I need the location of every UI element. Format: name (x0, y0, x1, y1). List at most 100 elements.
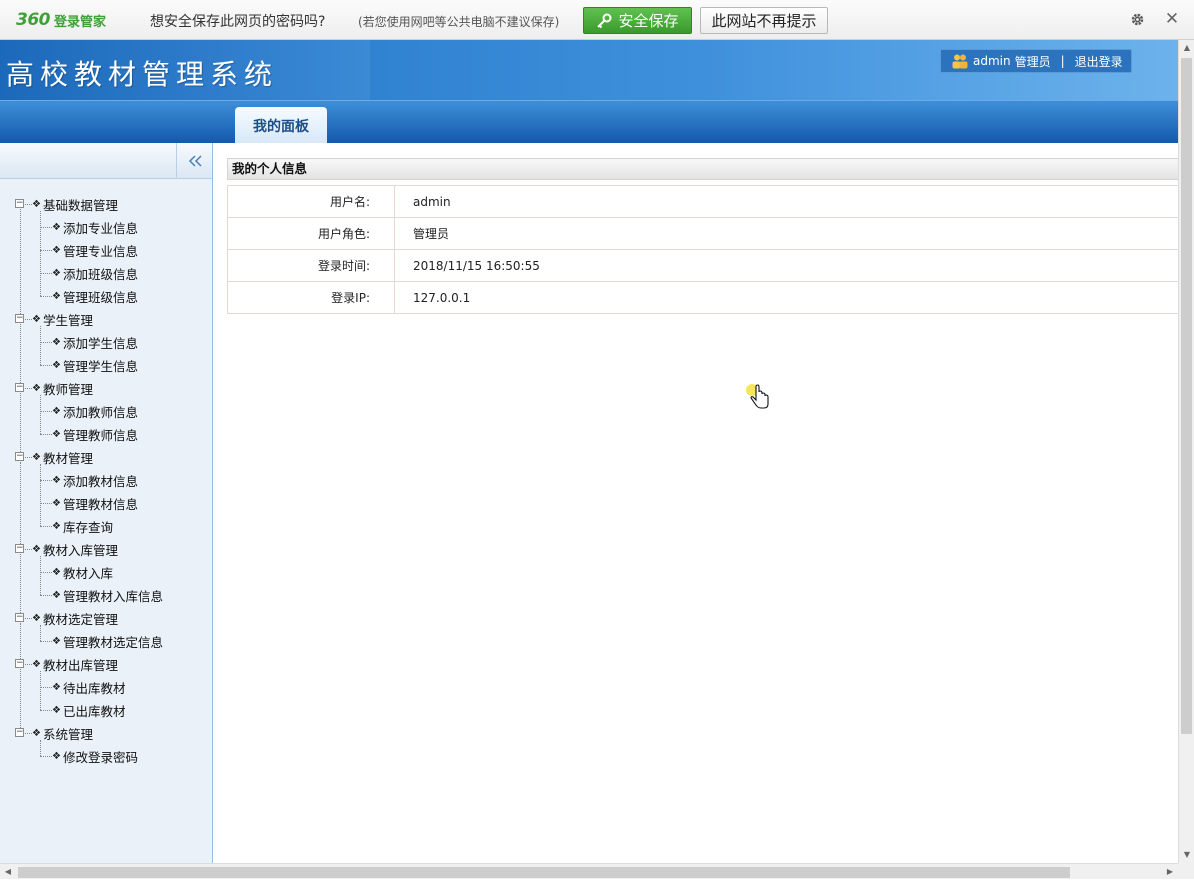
menu-item[interactable]: ❖ 添加教师信息 (52, 401, 138, 421)
tree-collapse-icon[interactable]: − (15, 728, 24, 737)
menu-item-label: 添加班级信息 (62, 266, 138, 282)
logout-link[interactable]: 退出登录 (1075, 53, 1123, 70)
personal-info-panel: 我的个人信息 用户名: admin 用户角色: 管理员 登录时间: 2018/1… (227, 158, 1178, 314)
tree-collapse-icon[interactable]: − (15, 659, 24, 668)
safe-save-button[interactable]: 安全保存 (583, 7, 692, 34)
app-window: 高校教材管理系统 admin 管理员 | 退出登录 我的面板 − ❖ 基础数据管… (0, 40, 1178, 863)
menu-item[interactable]: ❖ 添加班级信息 (52, 263, 138, 283)
gear-icon[interactable] (1129, 11, 1146, 28)
tree-connector (20, 669, 21, 728)
user-info-box: admin 管理员 | 退出登录 (940, 49, 1132, 73)
never-remind-label: 此网站不再提示 (711, 12, 817, 30)
user-role: 管理员 (1014, 54, 1051, 69)
vertical-scrollbar[interactable]: ▲ ▼ (1178, 40, 1194, 863)
menu-item-label: 添加学生信息 (62, 335, 138, 351)
menu-item[interactable]: ❖ 添加专业信息 (52, 217, 138, 237)
brand-number: 360 (16, 10, 51, 30)
diamond-icon: ❖ (32, 198, 41, 210)
tree-collapse-icon[interactable]: − (15, 314, 24, 323)
tree-connector (20, 324, 21, 383)
menu-group[interactable]: ❖ 教师管理 (32, 378, 93, 398)
double-chevron-left-icon (188, 155, 202, 167)
diamond-icon: ❖ (52, 428, 61, 440)
diamond-icon: ❖ (52, 750, 61, 762)
tab-my-panel[interactable]: 我的面板 (235, 107, 327, 144)
tree-connector (25, 319, 32, 320)
menu-item[interactable]: ❖ 库存查询 (52, 516, 113, 536)
diamond-icon: ❖ (32, 451, 41, 463)
tree-connector (20, 209, 21, 314)
menu-group[interactable]: ❖ 系统管理 (32, 723, 93, 743)
row-value: 2018/11/15 16:50:55 (394, 249, 1178, 282)
horizontal-scrollbar[interactable]: ◀ ▶ (0, 863, 1178, 879)
sidebar: − ❖ 基础数据管理 ❖ 添加专业信息 ❖ 管理专业信息 ❖ 添加班级信息 ❖ 管理班级信息 − ❖ 学生… (0, 143, 213, 863)
row-label: 用户名: (227, 185, 395, 218)
menu-item-label: 修改登录密码 (62, 749, 138, 765)
menu-item[interactable]: ❖ 管理专业信息 (52, 240, 138, 260)
menu-group-label: 教材出库管理 (42, 657, 118, 673)
personal-info-table: 用户名: admin 用户角色: 管理员 登录时间: 2018/11/15 16… (227, 185, 1178, 314)
users-icon (952, 54, 968, 69)
tree-collapse-icon[interactable]: − (15, 544, 24, 553)
menu-group[interactable]: ❖ 教材出库管理 (32, 654, 118, 674)
never-remind-button[interactable]: 此网站不再提示 (700, 7, 828, 34)
menu-group[interactable]: ❖ 教材管理 (32, 447, 93, 467)
table-row: 用户名: admin (227, 185, 1178, 218)
scroll-down-icon[interactable]: ▼ (1179, 847, 1194, 863)
tree-connector (40, 326, 41, 365)
diamond-icon: ❖ (52, 497, 61, 509)
menu-item[interactable]: ❖ 管理教师信息 (52, 424, 138, 444)
tree-connector (40, 625, 41, 641)
menu-group[interactable]: ❖ 教材选定管理 (32, 608, 118, 628)
tree-collapse-icon[interactable]: − (15, 199, 24, 208)
menu-item[interactable]: ❖ 已出库教材 (52, 700, 125, 720)
tree-connector (40, 211, 41, 296)
row-value: 管理员 (394, 217, 1178, 250)
row-label: 用户角色: (227, 217, 395, 250)
diamond-icon: ❖ (52, 589, 61, 601)
tree-connector (40, 595, 52, 596)
menu-item-label: 管理教材选定信息 (62, 634, 163, 650)
horizontal-scroll-thumb[interactable] (18, 867, 1070, 878)
menu-item[interactable]: ❖ 管理教材选定信息 (52, 631, 163, 651)
menu-item[interactable]: ❖ 管理教材入库信息 (52, 585, 163, 605)
menu-group[interactable]: ❖ 学生管理 (32, 309, 93, 329)
close-icon[interactable]: ✕ (1164, 10, 1180, 28)
menu-item[interactable]: ❖ 管理学生信息 (52, 355, 138, 375)
tree-collapse-icon[interactable]: − (15, 383, 24, 392)
tree-collapse-icon[interactable]: − (15, 452, 24, 461)
tree-collapse-icon[interactable]: − (15, 613, 24, 622)
menu-item[interactable]: ❖ 管理教材信息 (52, 493, 138, 513)
key-icon (597, 13, 612, 28)
vertical-scroll-thumb[interactable] (1181, 58, 1192, 734)
menu-item-label: 管理学生信息 (62, 358, 138, 374)
tree-connector (20, 623, 21, 659)
menu-item[interactable]: ❖ 待出库教材 (52, 677, 125, 697)
tree-connector (40, 572, 52, 573)
menu-group[interactable]: ❖ 教材入库管理 (32, 539, 118, 559)
app-header: 高校教材管理系统 admin 管理员 | 退出登录 (0, 40, 1178, 100)
tree-connector (25, 618, 32, 619)
menu-item[interactable]: ❖ 修改登录密码 (52, 746, 138, 766)
tree-connector (40, 671, 41, 710)
menu-item[interactable]: ❖ 教材入库 (52, 562, 113, 582)
menu-group-label: 教材管理 (42, 450, 93, 466)
menu-item[interactable]: ❖ 管理班级信息 (52, 286, 138, 306)
menu-group-label: 教材选定管理 (42, 611, 118, 627)
tree-connector (20, 462, 21, 544)
diamond-icon: ❖ (32, 382, 41, 394)
menu-group[interactable]: ❖ 基础数据管理 (32, 194, 118, 214)
tree-connector (40, 227, 52, 228)
menu-item-label: 管理专业信息 (62, 243, 138, 259)
collapse-sidebar-button[interactable] (176, 143, 212, 179)
scroll-left-icon[interactable]: ◀ (0, 864, 16, 880)
sidebar-header (0, 143, 212, 179)
scroll-up-icon[interactable]: ▲ (1179, 40, 1194, 56)
menu-item-label: 已出库教材 (62, 703, 126, 719)
diamond-icon: ❖ (32, 612, 41, 624)
menu-item-label: 库存查询 (62, 519, 113, 535)
menu-item[interactable]: ❖ 添加学生信息 (52, 332, 138, 352)
tree-connector (40, 434, 52, 435)
menu-item[interactable]: ❖ 添加教材信息 (52, 470, 138, 490)
scroll-right-icon[interactable]: ▶ (1162, 864, 1178, 880)
